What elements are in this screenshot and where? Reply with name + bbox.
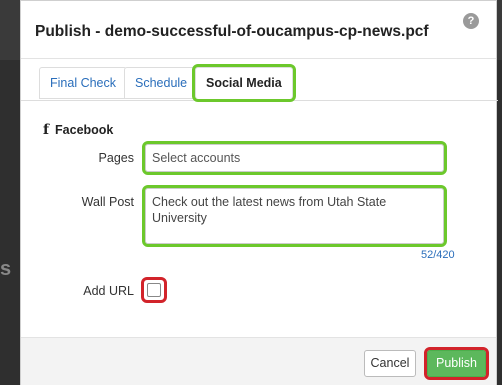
background-page-left [0,60,20,385]
dialog-title: Publish - demo-successful-of-oucampus-cp… [35,23,429,40]
publish-button[interactable]: Publish [424,347,489,380]
publish-dialog: Publish - demo-successful-of-oucampus-cp… [20,0,498,385]
dialog-footer: Cancel Publish [21,337,496,385]
pages-select[interactable]: Select accounts [142,141,447,175]
cancel-button[interactable]: Cancel [364,350,416,377]
wall-post-textarea[interactable]: Check out the latest news from Utah Stat… [142,185,447,247]
background-glyph: s [0,258,12,280]
tab-schedule[interactable]: Schedule [124,67,199,99]
tab-bar: Final Check Schedule Social Media [21,63,498,102]
pages-label: Pages [98,151,134,165]
help-icon[interactable]: ? [463,13,479,29]
tab-social-media[interactable]: Social Media [192,64,296,102]
character-counter: 52/420 [421,249,455,261]
wall-post-label: Wall Post [81,195,134,209]
facebook-icon: f [43,122,50,138]
add-url-checkbox[interactable] [147,283,161,297]
facebook-title: Facebook [55,123,114,137]
tab-final-check[interactable]: Final Check [39,67,127,99]
add-url-label: Add URL [83,284,134,298]
background-page-right [497,60,502,385]
facebook-section-title: f Facebook [43,122,113,138]
dialog-header: Publish - demo-successful-of-oucampus-cp… [21,1,496,59]
